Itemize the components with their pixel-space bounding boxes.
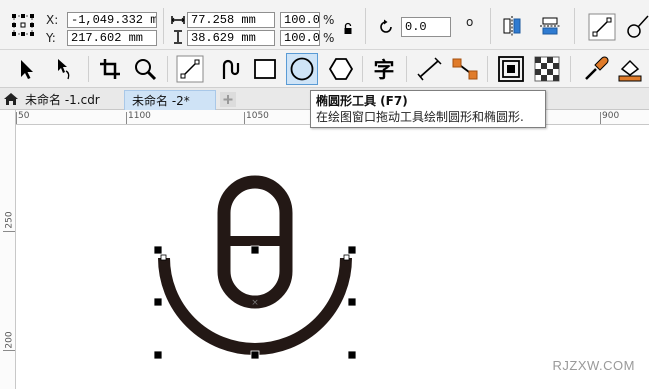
scale-width-percent: % — [323, 13, 335, 27]
tooltip-description: 在绘图窗口拖动工具绘制圆形和椭圆形. — [316, 110, 524, 124]
pick-tool-icon[interactable] — [15, 57, 39, 81]
drawing-artwork: × — [153, 175, 357, 360]
selection-handle — [153, 350, 163, 360]
curve-node-icon[interactable] — [624, 13, 649, 41]
ruler-tick — [3, 231, 15, 232]
add-tab-icon[interactable] — [220, 92, 236, 107]
scale-width-field[interactable]: 100.0 — [280, 12, 320, 28]
separator — [88, 56, 89, 82]
connector-tool-icon[interactable] — [451, 55, 479, 83]
artistic-media-tool-icon[interactable] — [215, 55, 243, 83]
rotate-icon — [380, 19, 392, 33]
shape-tool-icon[interactable] — [52, 57, 76, 81]
height-field[interactable]: 38.629 mm — [187, 30, 275, 46]
x-label: X: — [46, 13, 59, 27]
ruler-top-label: 1050 — [246, 111, 269, 121]
crop-tool-icon[interactable] — [98, 57, 122, 81]
width-field[interactable]: 77.258 mm — [187, 12, 275, 28]
tab-document-2[interactable]: 未命名 -2* — [124, 90, 216, 110]
ruler-tick — [244, 112, 245, 124]
interactive-fill-tool-icon[interactable] — [616, 55, 644, 83]
rotation-field[interactable]: 0.0 — [401, 17, 451, 37]
object-origin-icon[interactable] — [10, 12, 36, 38]
separator — [574, 8, 575, 44]
ruler-left-label: 200 — [4, 331, 15, 349]
home-icon[interactable] — [3, 92, 19, 106]
separator — [490, 8, 491, 44]
mirror-horizontal-icon[interactable] — [500, 14, 524, 38]
lock-ratio-icon[interactable] — [343, 22, 353, 36]
eyedropper-tool-icon[interactable] — [582, 55, 610, 83]
object-center-marker: × — [251, 298, 259, 308]
ellipse-tool-icon[interactable] — [289, 56, 315, 82]
line-icon[interactable] — [588, 13, 616, 41]
selection-handle — [153, 245, 163, 255]
selection-handle — [347, 245, 357, 255]
transparency-tool-icon[interactable] — [534, 56, 560, 82]
ruler-top-label: 1100 — [128, 111, 151, 121]
ruler-tick — [3, 350, 15, 351]
tool-tooltip: 椭圆形工具 (F7) 在绘图窗口拖动工具绘制圆形和椭圆形. — [310, 90, 546, 128]
separator — [487, 56, 488, 82]
dimension-tool-icon[interactable] — [416, 57, 442, 81]
scale-height-percent: % — [323, 31, 335, 45]
separator — [570, 56, 571, 82]
selection-handle — [250, 245, 260, 255]
freehand-tool-icon[interactable] — [176, 55, 204, 83]
ruler-top-label: 50 — [18, 111, 30, 121]
ruler-top-label: 900 — [602, 111, 620, 121]
separator — [365, 8, 366, 44]
property-bar: X: -1,049.332 mm Y: 217.602 mm 77.258 mm… — [0, 0, 649, 50]
ruler-tick — [16, 112, 17, 124]
selection-handle — [250, 350, 260, 360]
svg-text:字: 字 — [374, 58, 395, 82]
ruler-tick — [600, 112, 601, 124]
zoom-tool-icon[interactable] — [133, 57, 157, 81]
arc-node[interactable] — [343, 254, 350, 261]
tooltip-title: 椭圆形工具 (F7) — [316, 94, 408, 108]
polygon-tool-icon[interactable] — [328, 56, 354, 82]
height-icon — [174, 30, 182, 44]
separator — [362, 56, 363, 82]
selection-handle — [153, 297, 163, 307]
width-icon — [171, 16, 185, 24]
contour-tool-icon[interactable] — [497, 55, 525, 83]
x-position-field[interactable]: -1,049.332 mm — [67, 12, 157, 28]
scale-height-field[interactable]: 100.0 — [280, 30, 320, 46]
vertical-ruler[interactable]: 250 200 — [0, 110, 16, 389]
selection-handle — [347, 350, 357, 360]
y-label: Y: — [46, 31, 56, 45]
text-tool-icon[interactable]: 字 — [370, 56, 398, 82]
tab-document-1-label: 未命名 -1.cdr — [25, 93, 100, 107]
ruler-left-label: 250 — [4, 211, 15, 229]
selection-handle — [347, 297, 357, 307]
ruler-tick — [126, 112, 127, 124]
arc-node[interactable] — [160, 254, 167, 261]
separator — [167, 56, 168, 82]
separator — [163, 8, 164, 44]
separator — [406, 56, 407, 82]
mirror-vertical-icon[interactable] — [538, 14, 562, 38]
drawing-canvas[interactable]: × — [17, 126, 649, 389]
rectangle-tool-icon[interactable] — [253, 57, 277, 81]
degree-symbol: o — [466, 15, 474, 29]
watermark-text: RJZXW.COM — [552, 358, 635, 373]
y-position-field[interactable]: 217.602 mm — [67, 30, 157, 46]
tab-document-1[interactable]: 未命名 -1.cdr — [22, 90, 122, 110]
tab-document-2-label: 未命名 -2* — [132, 94, 190, 108]
toolbox: 字 — [0, 50, 649, 88]
